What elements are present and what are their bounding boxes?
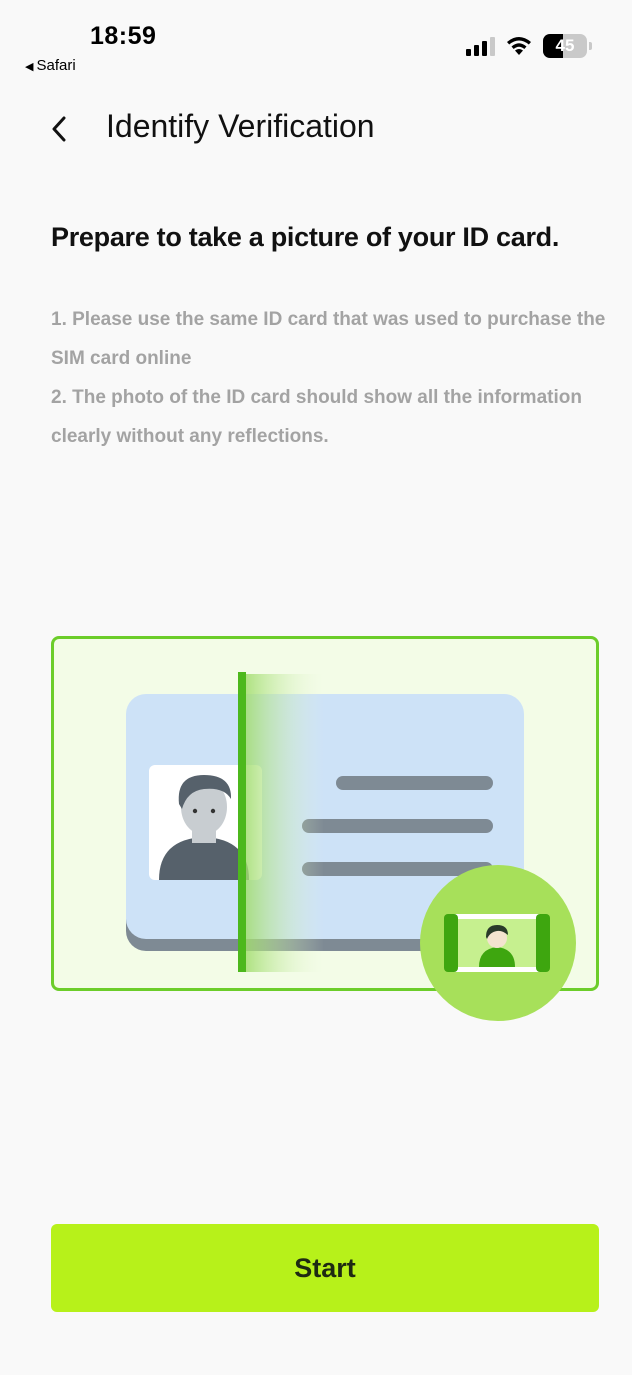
- id-card-illustration-icon: [126, 672, 576, 1021]
- back-app-label: Safari: [36, 57, 76, 74]
- id-card-scan-illustration: [51, 636, 599, 1021]
- back-to-safari-link[interactable]: ◀ Safari: [25, 57, 76, 74]
- instruction-item: 1. Please use the same ID card that was …: [51, 309, 606, 369]
- instructions-list: 1. Please use the same ID card that was …: [51, 300, 611, 456]
- battery-icon: 45: [543, 34, 587, 58]
- status-icons: 45: [466, 34, 592, 58]
- start-button[interactable]: Start: [51, 1224, 599, 1312]
- cellular-signal-icon: [466, 36, 495, 56]
- battery-percent: 45: [555, 36, 575, 55]
- back-button[interactable]: [44, 112, 74, 146]
- instruction-item: 2. The photo of the ID card should show …: [51, 387, 582, 447]
- instructions-heading: Prepare to take a picture of your ID car…: [51, 222, 560, 252]
- back-triangle-icon: ◀: [25, 61, 34, 73]
- page-title: Identify Verification: [106, 108, 375, 144]
- status-time: 18:59: [90, 22, 157, 50]
- chevron-left-icon: [52, 116, 66, 142]
- wifi-icon: [507, 37, 531, 55]
- page: 18:59 ◀Safari 45 Identify Verification: [0, 0, 632, 1375]
